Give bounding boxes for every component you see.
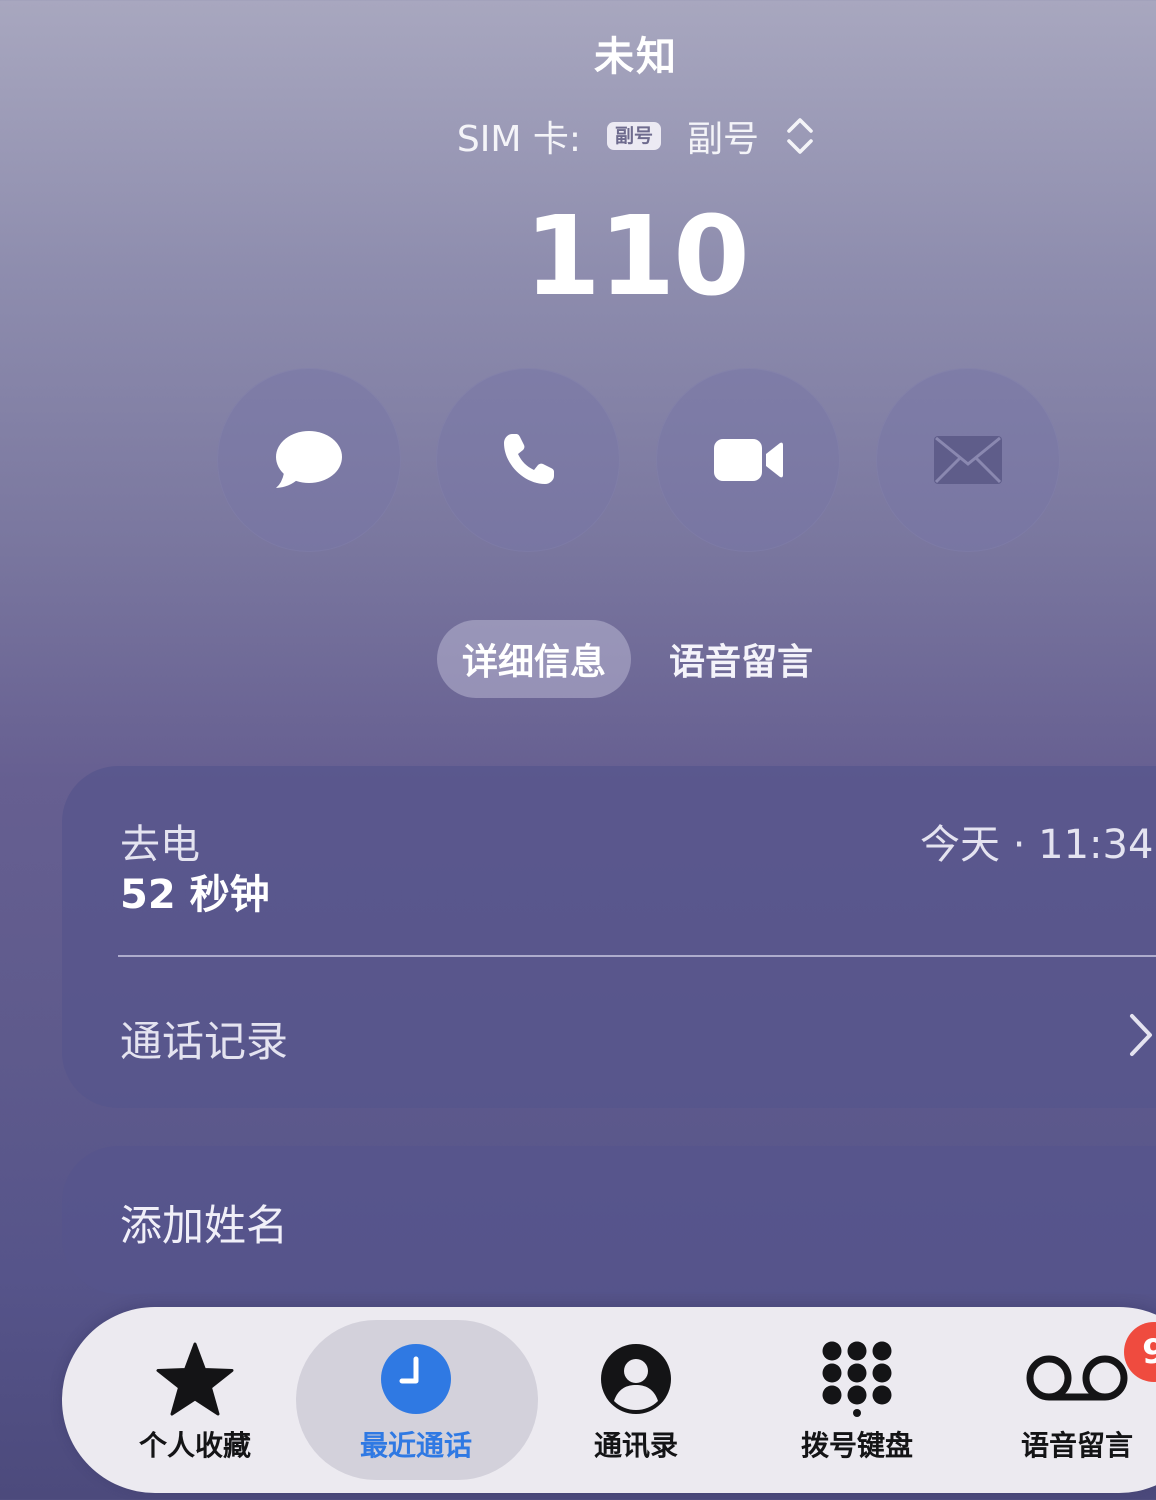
sim-badge: 副号 (607, 121, 662, 151)
call-history-link[interactable]: 通话记录 (120, 1008, 288, 1069)
tabbar-item-favorites[interactable]: 个人收藏 (105, 1340, 285, 1464)
tabbar-item-keypad[interactable]: 拨号键盘 (767, 1340, 947, 1464)
call-time: 今天 · 11:34 (920, 822, 1154, 868)
voicemail-icon (1026, 1355, 1128, 1401)
tabbar-label-favorites: 个人收藏 (138, 1429, 251, 1462)
phone-icon (504, 434, 554, 484)
tabbar-item-contacts[interactable]: 通讯录 (546, 1340, 726, 1464)
chevron-right-icon[interactable] (1126, 1012, 1156, 1058)
chevron-up-down-icon (787, 118, 813, 154)
add-name-button[interactable]: 添加姓名 (120, 1192, 288, 1253)
star-icon (156, 1342, 234, 1416)
mail-button[interactable] (876, 368, 1060, 552)
tabbar-label-recents: 最近通话 (359, 1429, 472, 1462)
video-call-button[interactable] (656, 368, 840, 552)
tabbar-label-keypad: 拨号键盘 (800, 1429, 913, 1462)
tabbar-label-contacts: 通讯录 (593, 1429, 678, 1462)
envelope-icon (934, 436, 1002, 484)
message-button[interactable] (217, 368, 401, 552)
clock-icon (381, 1344, 451, 1414)
tab-details[interactable]: 详细信息 (437, 620, 631, 698)
tab-voicemail[interactable]: 语音留言 (646, 620, 836, 698)
sim-selector[interactable]: SIM 卡: 副号 副号 (0, 110, 1156, 162)
person-circle-icon (601, 1344, 671, 1414)
video-camera-icon (714, 439, 783, 481)
phone-number: 110 (524, 192, 750, 320)
contact-name: 未知 (594, 34, 678, 80)
message-bubble-icon (276, 431, 342, 488)
sim-name: 副号 (687, 119, 760, 160)
tabbar-label-voicemail: 语音留言 (1020, 1429, 1133, 1462)
call-button[interactable] (436, 368, 620, 552)
call-duration: 52 秒钟 (120, 872, 270, 918)
tabbar-item-recents[interactable]: 最近通话 (326, 1340, 506, 1464)
sim-label: SIM 卡: (456, 119, 582, 160)
keypad-icon (822, 1341, 892, 1417)
card-divider (118, 955, 1156, 957)
